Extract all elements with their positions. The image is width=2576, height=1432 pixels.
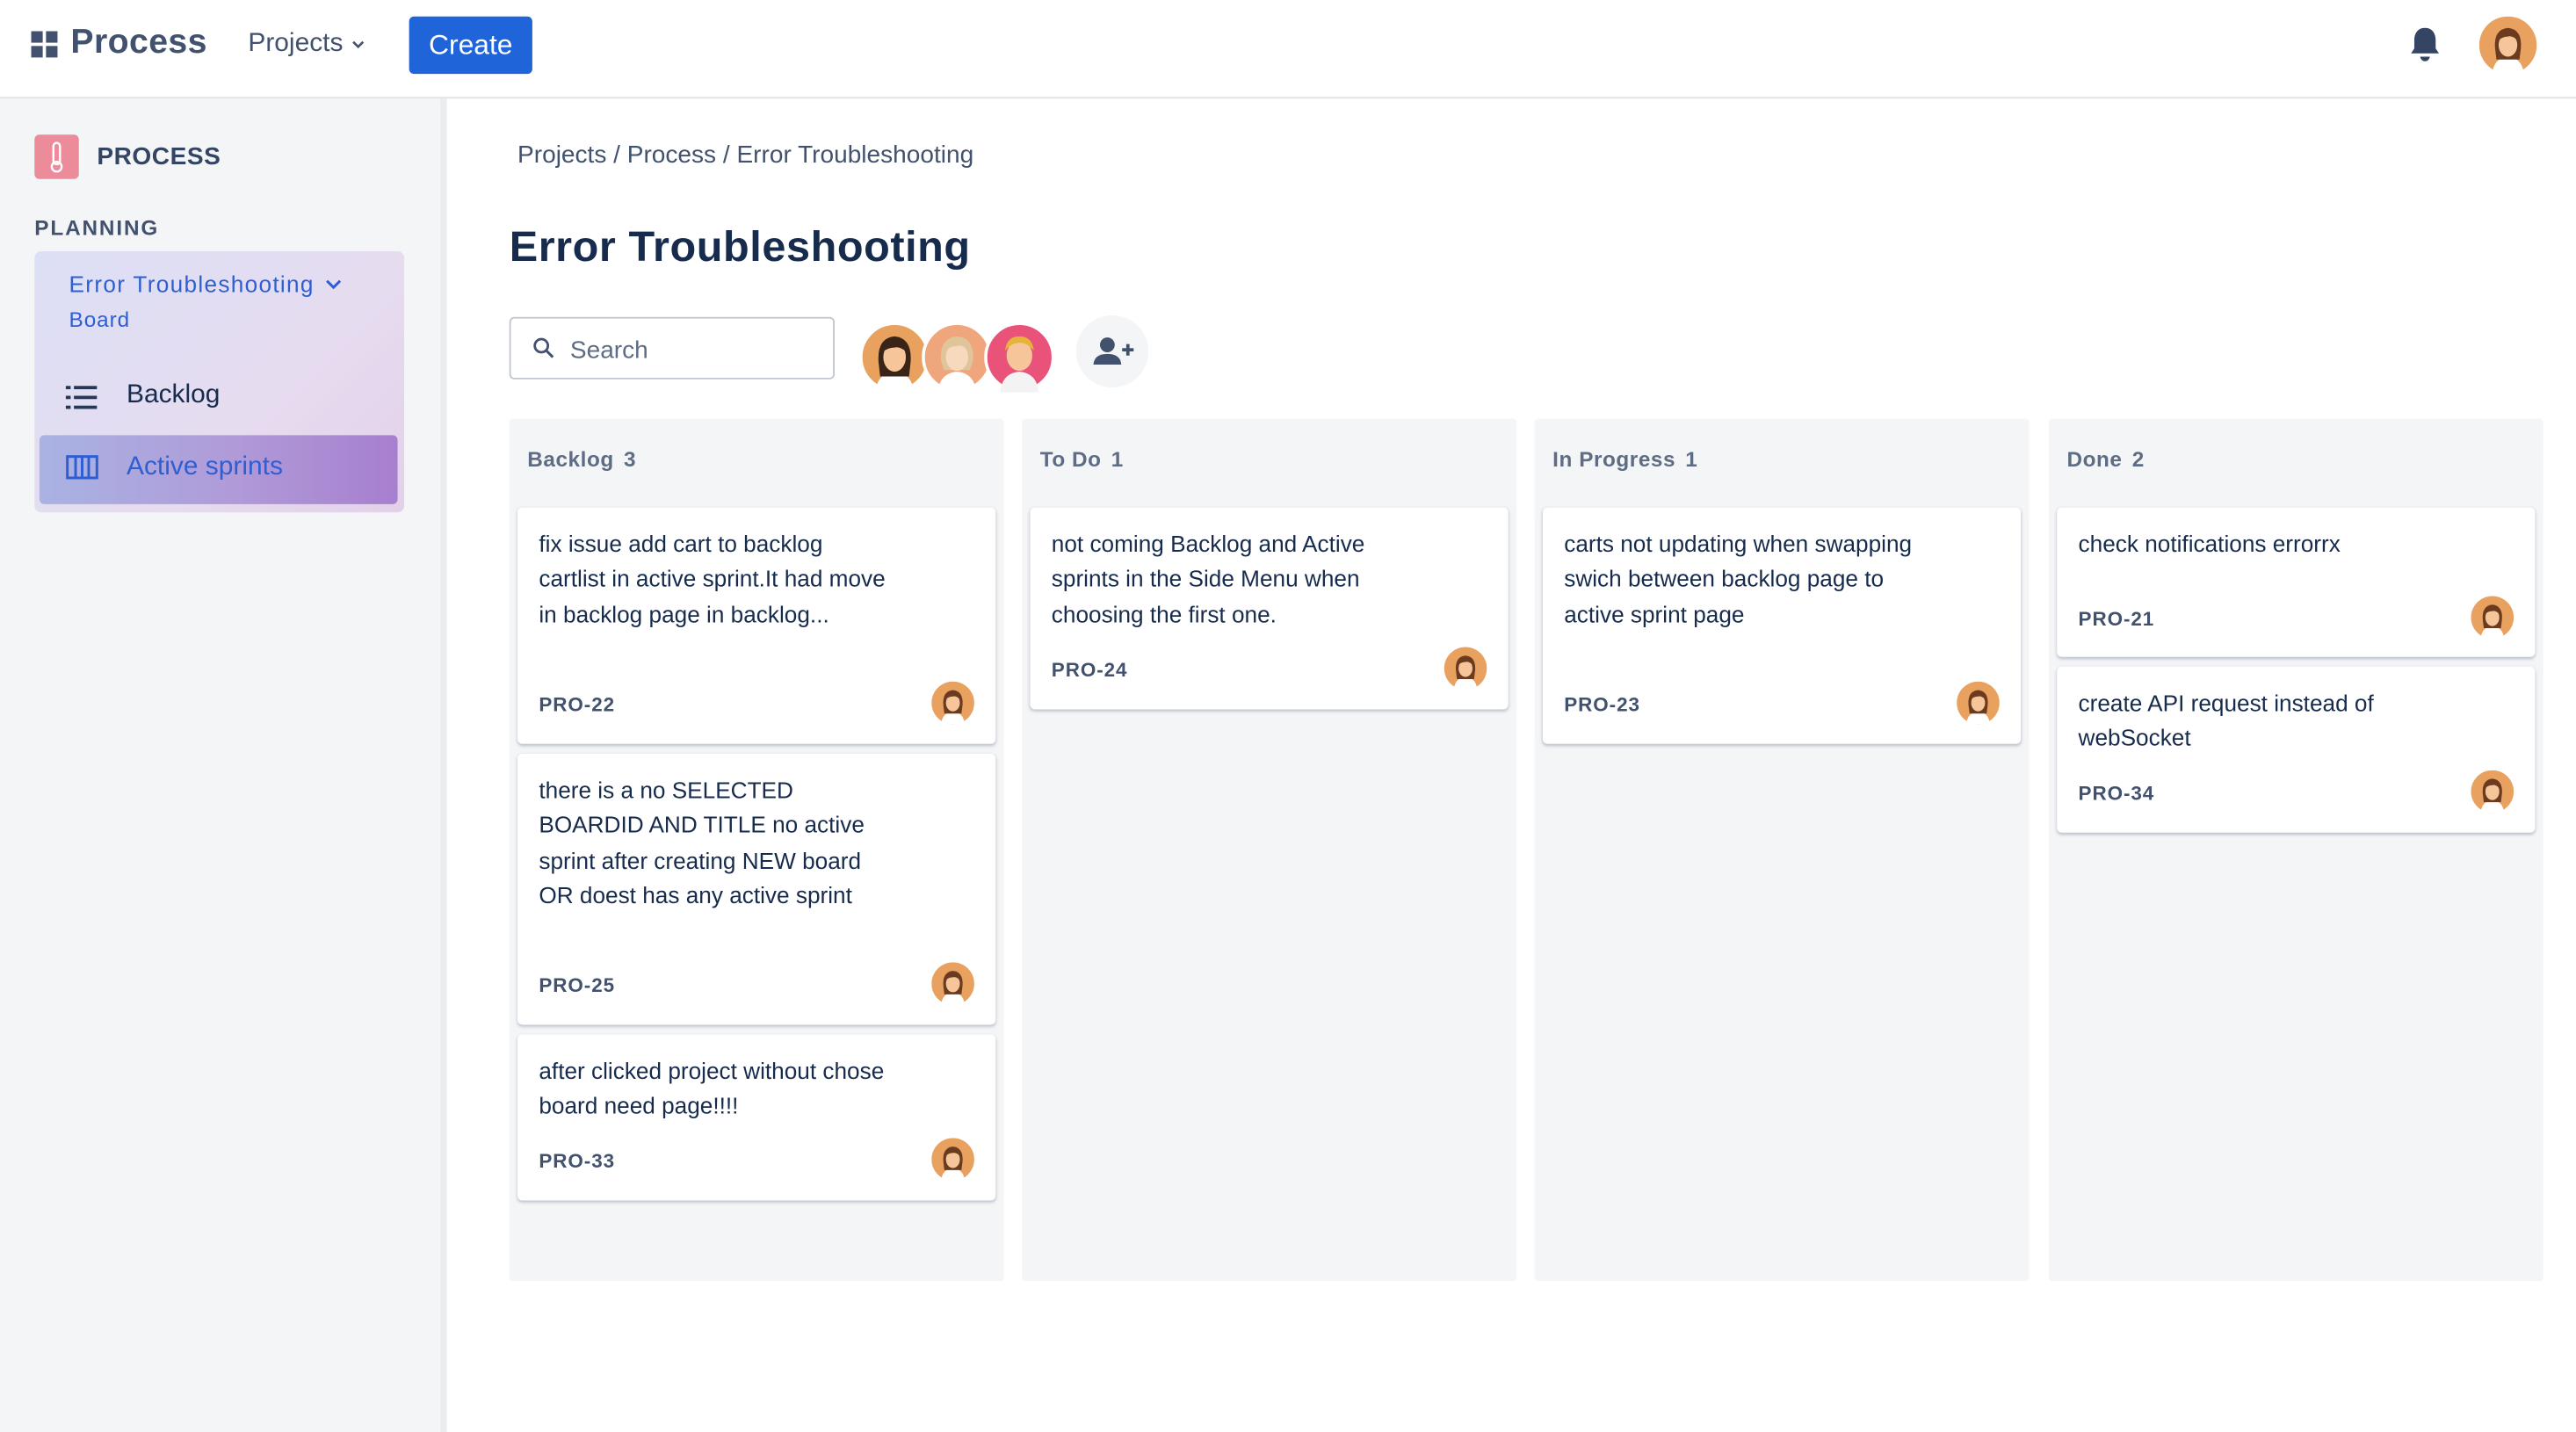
issue-summary: carts not updating when swapping swich b… — [1564, 530, 1913, 627]
issue-card[interactable]: fix issue add cart to backlog cartlist i… — [517, 507, 996, 744]
top-navigation-bar: Process Projects Create — [0, 0, 2576, 99]
column-count: 1 — [1685, 446, 1698, 472]
column-title: Backlog — [527, 446, 614, 472]
issue-card[interactable]: carts not updating when swapping swich b… — [1542, 507, 2022, 744]
search-field[interactable] — [509, 316, 835, 380]
issue-key: PRO-25 — [539, 973, 616, 997]
column-done: Done 2 check notifications errorrx PRO-21… — [2048, 418, 2543, 1282]
column-in-progress: In Progress 1 carts not updating when swa… — [1534, 418, 2030, 1282]
issue-summary: check notifications errorrx — [2078, 530, 2341, 557]
column-title: To Do — [1039, 446, 1102, 472]
app-grid-icon[interactable] — [31, 31, 58, 58]
issue-key: PRO-33 — [539, 1149, 616, 1173]
sidebar: PROCESS PLANNING Error Troubleshooting B… — [0, 98, 447, 1432]
board-name: Error Troubleshooting — [69, 271, 315, 298]
chevron-down-icon — [326, 279, 342, 290]
issue-key: PRO-22 — [539, 692, 616, 717]
user-avatar[interactable] — [2478, 16, 2537, 75]
column-count: 2 — [2131, 446, 2145, 472]
sidebar-item-active-sprints[interactable]: Active sprints — [39, 435, 398, 504]
column-header: To Do 1 — [1040, 446, 1124, 471]
sidebar-item-backlog[interactable]: Backlog — [40, 363, 398, 432]
assignee-avatar[interactable] — [2471, 770, 2514, 814]
issue-card[interactable]: check notifications errorrx PRO-21 — [2057, 507, 2536, 657]
planning-section-label: PLANNING — [34, 214, 160, 240]
issue-key: PRO-23 — [1564, 692, 1640, 717]
search-input[interactable] — [567, 331, 821, 368]
member-avatar[interactable] — [984, 322, 1055, 393]
issue-summary: fix issue add cart to backlog cartlist i… — [539, 530, 886, 627]
assignee-avatar[interactable] — [931, 681, 974, 725]
sidebar-item-label: Backlog — [126, 380, 221, 409]
issue-key: PRO-24 — [1051, 658, 1128, 682]
page-title: Error Troubleshooting — [509, 221, 971, 271]
column-to-do: To Do 1 not coming Backlog and Active spr… — [1022, 418, 1517, 1282]
assignee-avatar[interactable] — [1957, 681, 2000, 725]
member-avatar[interactable] — [922, 322, 993, 393]
column-header: Done 2 — [2066, 446, 2144, 471]
board-selector-panel: Error Troubleshooting Board Backlog Acti… — [34, 251, 405, 513]
column-title: In Progress — [1552, 446, 1676, 472]
board-columns-icon — [66, 455, 98, 480]
issue-summary: not coming Backlog and Active sprints in… — [1051, 530, 1365, 627]
column-backlog: Backlog 3 fix issue add cart to backlog c… — [509, 418, 1004, 1282]
column-header: In Progress 1 — [1552, 446, 1697, 471]
projects-menu[interactable]: Projects — [248, 30, 365, 60]
assignee-avatar[interactable] — [1444, 647, 1487, 691]
column-header: Backlog 3 — [527, 446, 636, 471]
assignee-avatar[interactable] — [931, 962, 974, 1006]
issue-summary: there is a no SELECTED BOARDID AND TITLE… — [539, 777, 865, 909]
issue-key: PRO-21 — [2078, 607, 2155, 631]
issue-card[interactable]: not coming Backlog and Active sprints in… — [1030, 507, 1509, 710]
issue-summary: after clicked project without chose boar… — [539, 1057, 885, 1119]
issue-card[interactable]: create API request instead of webSocket … — [2057, 666, 2536, 833]
list-icon — [65, 386, 98, 409]
project-name[interactable]: PROCESS — [97, 143, 221, 171]
sidebar-item-label: Active sprints — [126, 452, 283, 481]
chevron-down-icon — [351, 40, 364, 49]
assignee-avatar[interactable] — [931, 1138, 974, 1182]
issue-card[interactable]: after clicked project without chose boar… — [517, 1034, 996, 1201]
issue-card[interactable]: there is a no SELECTED BOARDID AND TITLE… — [517, 754, 996, 1025]
board-selector[interactable]: Error Troubleshooting — [69, 271, 344, 297]
board-type-label: Board — [69, 307, 131, 332]
add-person-icon — [1093, 337, 1134, 365]
app-brand[interactable]: Process — [70, 23, 206, 62]
projects-menu-label: Projects — [248, 29, 344, 58]
breadcrumb[interactable]: Projects / Process / Error Troubleshooti… — [517, 141, 973, 170]
issue-summary: create API request instead of webSocket — [2078, 690, 2374, 752]
bell-icon[interactable] — [2407, 25, 2443, 64]
create-button[interactable]: Create — [409, 16, 532, 75]
issue-key: PRO-34 — [2078, 781, 2155, 805]
search-icon — [533, 337, 554, 358]
assignee-avatar[interactable] — [2471, 596, 2514, 640]
column-count: 1 — [1111, 446, 1124, 472]
member-avatar[interactable] — [859, 322, 930, 393]
column-title: Done — [2066, 446, 2123, 472]
column-count: 3 — [623, 446, 637, 472]
add-member-button[interactable] — [1075, 315, 1149, 388]
project-thermometer-icon — [34, 134, 79, 179]
